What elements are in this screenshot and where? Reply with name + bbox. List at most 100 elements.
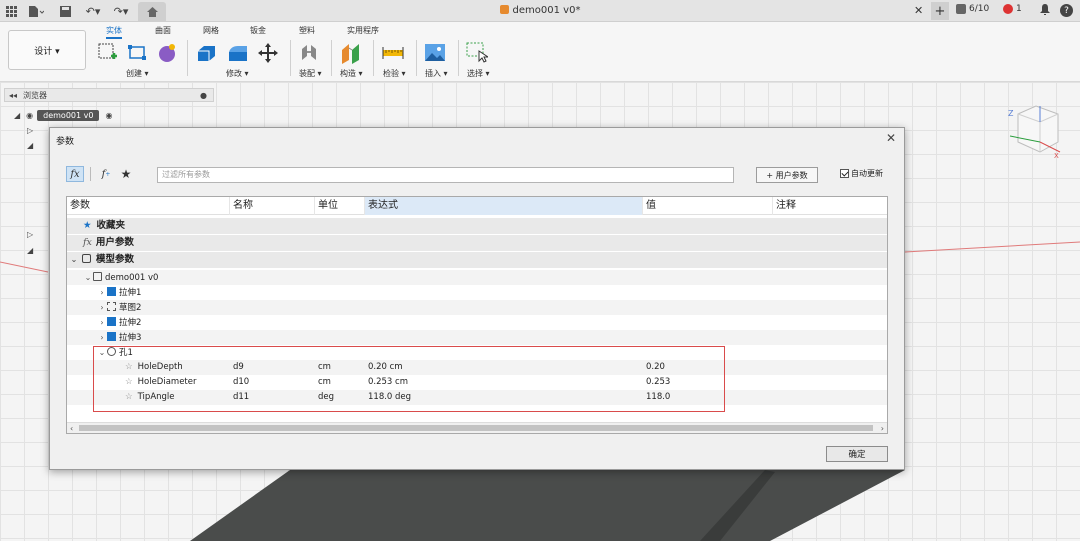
bell-icon[interactable] <box>1040 4 1050 15</box>
column-header-value[interactable]: 值 <box>643 197 773 215</box>
checkbox-icon[interactable] <box>840 169 849 178</box>
expand-icon[interactable]: ◢ <box>27 246 33 255</box>
browser-root[interactable]: ◢ ◉ demo001 v0 ◉ <box>14 110 112 121</box>
expand-icon[interactable]: ▷ <box>27 126 33 135</box>
add-user-parameter-button[interactable]: + 用户参数 <box>756 167 818 183</box>
column-header-expression[interactable]: 表达式 <box>365 197 643 215</box>
chevron-right-icon[interactable]: › <box>97 300 107 315</box>
title-bar: ↶▾ ↷▾ demo001 v0* ✕ + 6/10 1 ? <box>0 0 1080 22</box>
group-assemble[interactable]: 装配 ▾ <box>299 68 322 79</box>
feature-row-hole1[interactable]: ⌄ 孔1 <box>67 345 887 360</box>
favorite-star-icon[interactable]: ☆ <box>125 377 133 387</box>
group-create[interactable]: 创建 ▾ <box>126 68 149 79</box>
undo-icon[interactable]: ↶▾ <box>82 3 104 19</box>
tab-surface[interactable]: 曲面 <box>155 25 171 36</box>
group-construct[interactable]: 构造 ▾ <box>340 68 363 79</box>
save-icon[interactable] <box>58 3 72 19</box>
close-icon[interactable]: ✕ <box>886 131 896 145</box>
close-tab-icon[interactable]: ✕ <box>914 4 923 17</box>
horizontal-scrollbar[interactable]: ‹ › <box>67 422 887 433</box>
chevron-down-icon[interactable]: ⌄ <box>97 345 107 360</box>
notifications[interactable]: 1 <box>1003 4 1022 14</box>
visibility-eye-icon[interactable]: ◉ <box>26 111 33 120</box>
group-select[interactable]: 选择 ▾ <box>467 68 490 79</box>
chevron-right-icon[interactable]: › <box>97 330 107 345</box>
scrollbar-thumb[interactable] <box>79 425 873 431</box>
group-inspect[interactable]: 检验 ▾ <box>383 68 406 79</box>
tab-sheet-metal[interactable]: 钣金 <box>250 25 266 36</box>
favorite-star-icon[interactable]: ☆ <box>125 362 133 372</box>
auto-update-checkbox[interactable]: 自动更新 <box>840 168 883 179</box>
ok-button[interactable]: 确定 <box>826 446 888 462</box>
new-tab-icon[interactable]: + <box>931 2 949 20</box>
feature-row-extrude2[interactable]: › 拉伸2 <box>67 315 887 330</box>
parameter-expression[interactable]: 0.253 cm <box>368 375 408 390</box>
collapse-left-icon[interactable]: ◂◂ <box>9 91 17 100</box>
tab-utilities[interactable]: 实用程序 <box>347 25 379 36</box>
scroll-left-icon[interactable]: ‹ <box>70 423 73 433</box>
fillet-icon[interactable] <box>227 42 249 64</box>
group-insert[interactable]: 插入 ▾ <box>425 68 448 79</box>
insert-image-icon[interactable] <box>424 42 446 64</box>
all-parameters-filter-icon[interactable]: fx <box>66 166 84 182</box>
view-cube[interactable]: Z X <box>1002 102 1064 160</box>
component-row[interactable]: ⌄ demo001 v0 <box>67 270 887 285</box>
create-sketch-icon[interactable] <box>97 42 119 64</box>
feature-row-extrude3[interactable]: › 拉伸3 <box>67 330 887 345</box>
fx-icon: fx <box>83 237 92 248</box>
tab-plastic[interactable]: 塑料 <box>299 25 315 36</box>
chevron-right-icon[interactable]: › <box>97 315 107 330</box>
column-header-parameter[interactable]: 参数 <box>67 197 230 215</box>
browser-item[interactable]: ◢ <box>27 141 33 150</box>
browser-item[interactable]: ▷ <box>27 126 33 135</box>
offset-plane-icon[interactable] <box>340 42 362 64</box>
group-row-user-parameters[interactable]: fx 用户参数 <box>67 235 887 251</box>
tab-mesh[interactable]: 网格 <box>203 25 219 36</box>
press-pull-icon[interactable] <box>195 42 217 64</box>
move-icon[interactable] <box>257 42 279 64</box>
column-header-comment[interactable]: 注释 <box>773 197 887 215</box>
parameter-expression[interactable]: 118.0 deg <box>368 390 411 405</box>
feature-row-extrude1[interactable]: › 拉伸1 <box>67 285 887 300</box>
app-grid-icon[interactable] <box>4 3 18 19</box>
column-header-name[interactable]: 名称 <box>230 197 315 215</box>
scroll-right-icon[interactable]: › <box>881 423 884 433</box>
user-parameters-filter-icon[interactable]: f + <box>98 166 114 182</box>
chevron-down-icon[interactable]: ⌄ <box>69 252 79 268</box>
parameter-row[interactable]: ☆ HoleDiameter d10 cm 0.253 cm 0.253 <box>67 375 887 390</box>
column-header-unit[interactable]: 单位 <box>315 197 365 215</box>
expand-icon[interactable]: ◢ <box>27 141 33 150</box>
chevron-down-icon[interactable]: ⌄ <box>83 270 93 285</box>
feature-row-sketch2[interactable]: › 草图2 <box>67 300 887 315</box>
tab-solid[interactable]: 实体 <box>106 25 122 39</box>
browser-panel-header[interactable]: ◂◂ 浏览器 ● <box>4 88 214 102</box>
parameter-row[interactable]: ☆ HoleDepth d9 cm 0.20 cm 0.20 <box>67 360 887 375</box>
select-icon[interactable] <box>466 42 488 64</box>
job-status[interactable]: 6/10 <box>956 4 989 14</box>
expand-icon[interactable]: ◢ <box>14 111 20 120</box>
pin-icon[interactable]: ● <box>200 91 207 100</box>
joint-icon[interactable] <box>298 42 320 64</box>
expand-icon[interactable]: ▷ <box>27 230 33 239</box>
filter-input[interactable]: 过滤所有参数 <box>157 167 734 183</box>
rectangle-sketch-icon[interactable] <box>126 42 148 64</box>
home-tab[interactable] <box>138 2 166 22</box>
favorite-star-icon[interactable]: ☆ <box>125 392 133 402</box>
parameter-value: 118.0 <box>646 392 671 402</box>
active-radio-icon[interactable]: ◉ <box>105 111 112 120</box>
file-menu-icon[interactable] <box>26 3 46 19</box>
form-icon[interactable] <box>156 42 178 64</box>
workspace-selector[interactable]: 设计 ▾ <box>8 30 86 70</box>
help-icon[interactable]: ? <box>1060 4 1073 17</box>
measure-icon[interactable] <box>382 42 404 64</box>
browser-item[interactable]: ▷ <box>27 230 33 239</box>
group-modify[interactable]: 修改 ▾ <box>226 68 249 79</box>
favorites-filter-icon[interactable]: ★ <box>118 166 134 182</box>
chevron-right-icon[interactable]: › <box>97 285 107 300</box>
parameter-expression[interactable]: 0.20 cm <box>368 360 403 375</box>
group-row-favorites[interactable]: ★ 收藏夹 <box>67 218 887 234</box>
redo-icon[interactable]: ↷▾ <box>110 3 132 19</box>
browser-item[interactable]: ◢ <box>27 246 33 255</box>
parameter-row[interactable]: ☆ TipAngle d11 deg 118.0 deg 118.0 <box>67 390 887 405</box>
group-row-model-parameters[interactable]: ⌄ 模型参数 <box>67 252 887 268</box>
